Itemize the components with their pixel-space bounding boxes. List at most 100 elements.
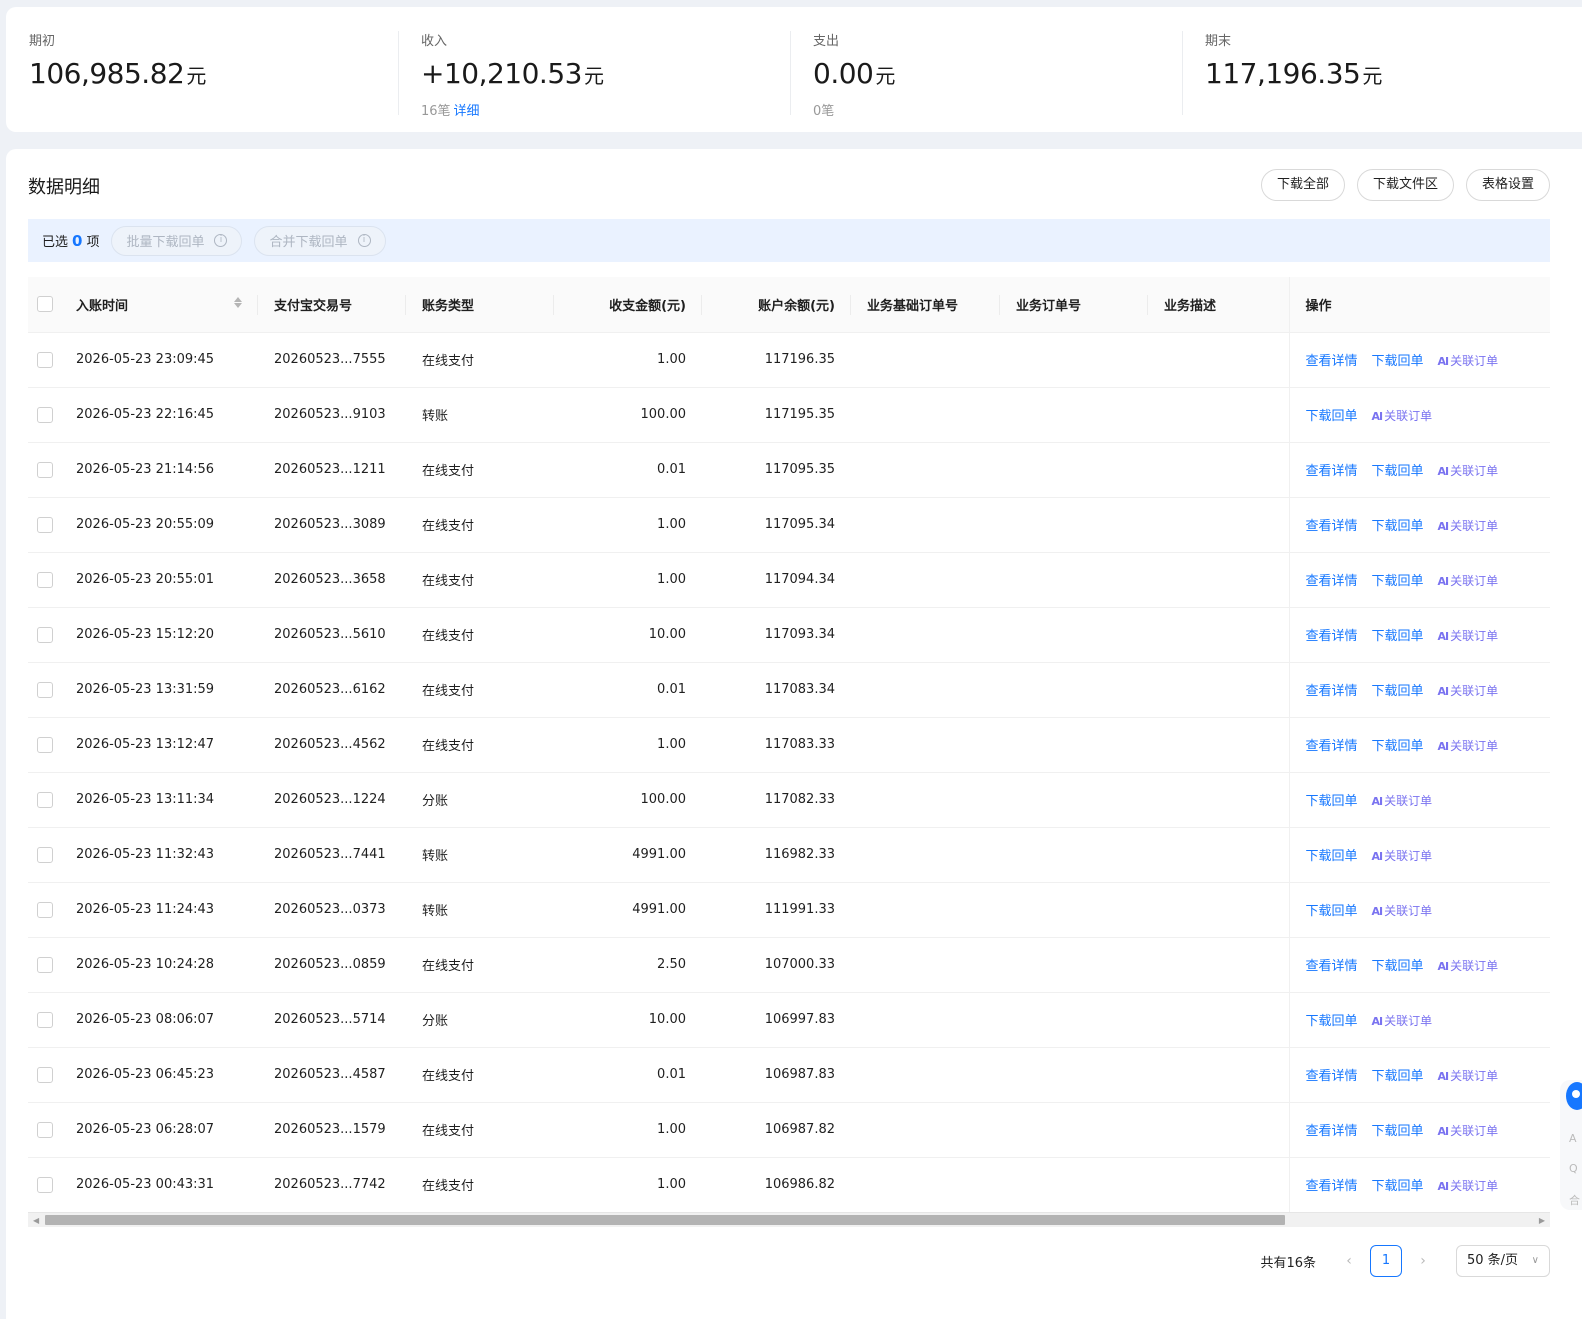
link-order-link[interactable]: AI 关联订单 bbox=[1438, 684, 1499, 698]
download-receipt-link[interactable]: 下载回单 bbox=[1372, 354, 1424, 369]
row-checkbox[interactable] bbox=[37, 1011, 53, 1028]
link-order-link[interactable]: AI 关联订单 bbox=[1438, 739, 1499, 753]
table-settings-button[interactable]: 表格设置 bbox=[1465, 169, 1550, 201]
row-checkbox[interactable] bbox=[37, 571, 53, 588]
row-checkbox[interactable] bbox=[37, 626, 53, 643]
cell-time: 2026-05-23 00:43:31 bbox=[64, 1157, 258, 1213]
cell-amount: 1.00 bbox=[554, 552, 702, 608]
cell-amount: 1.00 bbox=[554, 497, 702, 553]
view-detail-link[interactable]: 查看详情 bbox=[1306, 574, 1358, 589]
assistant-bot-icon[interactable] bbox=[1566, 1082, 1582, 1110]
row-checkbox[interactable] bbox=[37, 681, 53, 698]
download-receipt-link[interactable]: 下载回单 bbox=[1372, 959, 1424, 974]
row-checkbox[interactable] bbox=[37, 406, 53, 423]
row-checkbox[interactable] bbox=[37, 1121, 53, 1138]
download-receipt-link[interactable]: 下载回单 bbox=[1372, 1179, 1424, 1194]
row-checkbox[interactable] bbox=[37, 791, 53, 808]
link-order-link[interactable]: AI 关联订单 bbox=[1438, 1124, 1499, 1138]
link-order-link[interactable]: AI 关联订单 bbox=[1438, 1179, 1499, 1193]
stat-count: 16笔 bbox=[421, 104, 451, 119]
link-order-link[interactable]: AI 关联订单 bbox=[1372, 1014, 1433, 1028]
download-receipt-link[interactable]: 下载回单 bbox=[1306, 904, 1358, 919]
view-detail-link[interactable]: 查看详情 bbox=[1306, 464, 1358, 479]
row-checkbox[interactable] bbox=[37, 1066, 53, 1083]
horizontal-scrollbar[interactable]: ◀ ▶ bbox=[28, 1212, 1550, 1227]
cell-balance: 117195.35 bbox=[702, 387, 851, 443]
batch-download-button[interactable]: 批量下载回单 i bbox=[111, 225, 243, 256]
cell-balance: 111991.33 bbox=[702, 882, 851, 938]
scrollbar-thumb[interactable] bbox=[45, 1215, 1285, 1225]
stat-amount: 106,985.82 bbox=[29, 57, 185, 90]
cell-desc bbox=[1148, 607, 1289, 663]
prev-page-icon[interactable]: ‹ bbox=[1334, 1253, 1364, 1269]
stat-unit: 元 bbox=[186, 64, 207, 88]
stat-amount: +10,210.53 bbox=[421, 57, 582, 90]
row-checkbox[interactable] bbox=[37, 956, 53, 973]
view-detail-link[interactable]: 查看详情 bbox=[1306, 684, 1358, 699]
link-order-link[interactable]: AI 关联订单 bbox=[1438, 574, 1499, 588]
page-size-select[interactable]: 50 条/页 ∨ bbox=[1456, 1245, 1550, 1277]
view-detail-link[interactable]: 查看详情 bbox=[1306, 1069, 1358, 1084]
download-receipt-link[interactable]: 下载回单 bbox=[1306, 409, 1358, 424]
row-checkbox[interactable] bbox=[37, 516, 53, 533]
view-detail-link[interactable]: 查看详情 bbox=[1306, 519, 1358, 534]
view-detail-link[interactable]: 查看详情 bbox=[1306, 739, 1358, 754]
income-detail-link[interactable]: 详细 bbox=[454, 104, 480, 119]
scroll-left-icon[interactable]: ◀ bbox=[33, 1216, 39, 1225]
link-order-link[interactable]: AI 关联订单 bbox=[1438, 519, 1499, 533]
assistant-shortcut[interactable]: 合 bbox=[1569, 1192, 1580, 1208]
view-detail-link[interactable]: 查看详情 bbox=[1306, 629, 1358, 644]
assistant-shortcut[interactable]: Q bbox=[1569, 1162, 1578, 1175]
assistant-shortcut[interactable]: A bbox=[1569, 1132, 1577, 1145]
download-receipt-link[interactable]: 下载回单 bbox=[1372, 684, 1424, 699]
download-receipt-link[interactable]: 下载回单 bbox=[1372, 519, 1424, 534]
column-header-time[interactable]: 入账时间 bbox=[64, 277, 258, 333]
next-page-icon[interactable]: › bbox=[1408, 1253, 1438, 1269]
row-checkbox[interactable] bbox=[37, 736, 53, 753]
view-detail-link[interactable]: 查看详情 bbox=[1306, 354, 1358, 369]
download-receipt-link[interactable]: 下载回单 bbox=[1306, 849, 1358, 864]
download-receipt-link[interactable]: 下载回单 bbox=[1372, 464, 1424, 479]
link-order-link[interactable]: AI 关联订单 bbox=[1438, 959, 1499, 973]
download-all-button[interactable]: 下载全部 bbox=[1260, 169, 1345, 201]
row-checkbox[interactable] bbox=[37, 351, 53, 368]
floating-assistant[interactable]: A Q 合 bbox=[1560, 1080, 1582, 1210]
link-order-link[interactable]: AI 关联订单 bbox=[1372, 409, 1433, 423]
download-receipt-link[interactable]: 下载回单 bbox=[1306, 794, 1358, 809]
cell-base-order bbox=[851, 1102, 1000, 1158]
row-checkbox[interactable] bbox=[37, 461, 53, 478]
cell-desc bbox=[1148, 662, 1289, 718]
view-detail-link[interactable]: 查看详情 bbox=[1306, 1124, 1358, 1139]
sort-icon[interactable] bbox=[234, 296, 242, 308]
download-receipt-link[interactable]: 下载回单 bbox=[1372, 739, 1424, 754]
cell-operations: 下载回单 AI 关联订单 bbox=[1288, 827, 1550, 883]
select-all-checkbox[interactable] bbox=[37, 296, 53, 313]
download-files-button[interactable]: 下载文件区 bbox=[1356, 169, 1454, 201]
page-1-button[interactable]: 1 bbox=[1370, 1245, 1402, 1277]
download-receipt-link[interactable]: 下载回单 bbox=[1372, 1124, 1424, 1139]
cell-order bbox=[1000, 1157, 1148, 1213]
download-receipt-link[interactable]: 下载回单 bbox=[1372, 574, 1424, 589]
link-order-link[interactable]: AI 关联订单 bbox=[1372, 794, 1433, 808]
link-order-link[interactable]: AI 关联订单 bbox=[1372, 849, 1433, 863]
cell-desc bbox=[1148, 992, 1289, 1048]
merge-download-button[interactable]: 合并下载回单 i bbox=[254, 225, 386, 256]
link-order-label: 关联订单 bbox=[1450, 1179, 1499, 1193]
link-order-link[interactable]: AI 关联订单 bbox=[1438, 629, 1499, 643]
cell-type: 在线支付 bbox=[406, 1047, 554, 1103]
download-receipt-link[interactable]: 下载回单 bbox=[1372, 1069, 1424, 1084]
link-order-link[interactable]: AI 关联订单 bbox=[1372, 904, 1433, 918]
view-detail-link[interactable]: 查看详情 bbox=[1306, 959, 1358, 974]
download-receipt-link[interactable]: 下载回单 bbox=[1372, 629, 1424, 644]
scroll-right-icon[interactable]: ▶ bbox=[1539, 1216, 1545, 1225]
cell-time: 2026-05-23 11:24:43 bbox=[64, 882, 258, 938]
link-order-link[interactable]: AI 关联订单 bbox=[1438, 1069, 1499, 1083]
download-receipt-link[interactable]: 下载回单 bbox=[1306, 1014, 1358, 1029]
row-checkbox[interactable] bbox=[37, 1176, 53, 1193]
link-order-link[interactable]: AI 关联订单 bbox=[1438, 464, 1499, 478]
row-checkbox[interactable] bbox=[37, 901, 53, 918]
view-detail-link[interactable]: 查看详情 bbox=[1306, 1179, 1358, 1194]
stat-label: 支出 bbox=[813, 34, 840, 49]
link-order-link[interactable]: AI 关联订单 bbox=[1438, 354, 1499, 368]
row-checkbox[interactable] bbox=[37, 846, 53, 863]
